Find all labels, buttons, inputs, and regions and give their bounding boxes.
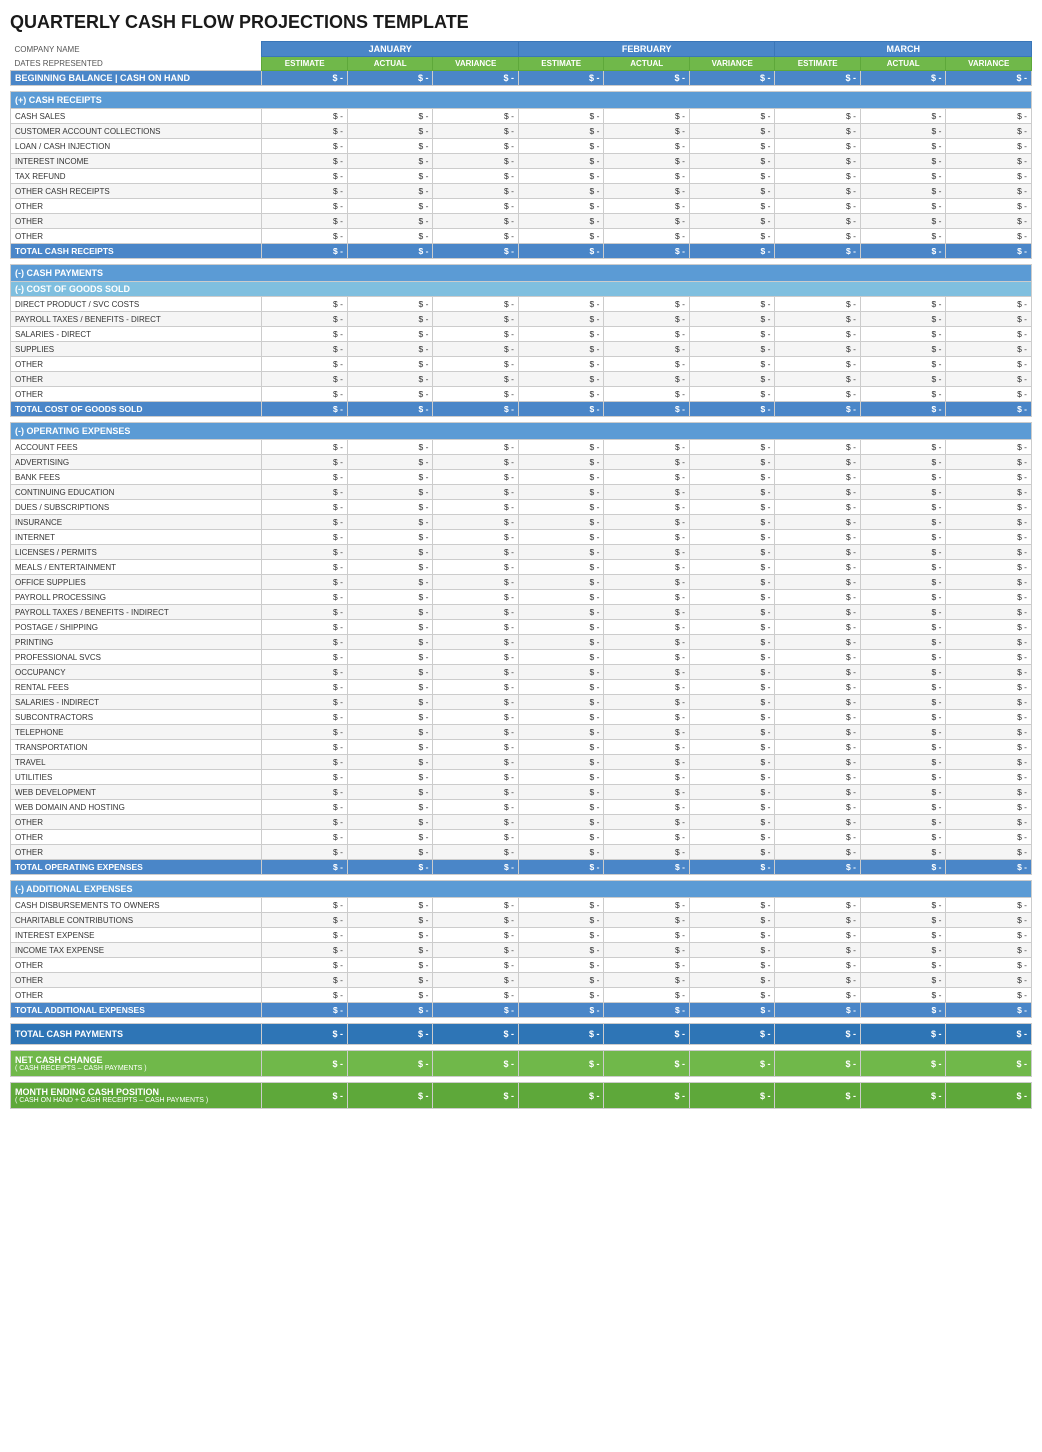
- february-header: FEBRUARY: [518, 42, 775, 57]
- customer-collections-label: CUSTOMER ACCOUNT COLLECTIONS: [11, 124, 262, 139]
- operating-expenses-header: (-) OPERATING EXPENSES: [11, 423, 1032, 440]
- main-title: QUARTERLY CASH FLOW PROJECTIONS TEMPLATE: [10, 12, 1032, 33]
- list-item: SALARIES - INDIRECT$ -$ -$ -$ -$ -$ -$ -…: [11, 695, 1032, 710]
- list-item: DIRECT PRODUCT / SVC COSTS $ -$ -$ - $ -…: [11, 297, 1032, 312]
- est-mar: ESTIMATE: [775, 57, 861, 71]
- cash-payments-header: (-) CASH PAYMENTS: [11, 265, 1032, 282]
- bb-est-jan[interactable]: $ -: [262, 71, 348, 86]
- interest-expense-row: INTEREST EXPENSE$ -$ -$ -$ -$ -$ -$ -$ -…: [11, 928, 1032, 943]
- list-item: WEB DEVELOPMENT$ -$ -$ -$ -$ -$ -$ -$ -$…: [11, 785, 1032, 800]
- bb-act-jan[interactable]: $ -: [347, 71, 433, 86]
- cogs-header: (-) COST OF GOODS SOLD: [11, 282, 1032, 297]
- list-item: OTHER $ -$ -$ - $ -$ -$ - $ -$ -$ -: [11, 357, 1032, 372]
- list-item: PRINTING$ -$ -$ -$ -$ -$ -$ -$ -$ -: [11, 635, 1032, 650]
- list-item: OTHER$ -$ -$ -$ -$ -$ -$ -$ -$ -: [11, 815, 1032, 830]
- month-ending-sub: ( CASH ON HAND + CASH RECEIPTS – CASH PA…: [15, 1097, 257, 1104]
- list-item: CUSTOMER ACCOUNT COLLECTIONS $ -$ -$ - $…: [11, 124, 1032, 139]
- var-mar: VARIANCE: [946, 57, 1032, 71]
- list-item: UTILITIES$ -$ -$ -$ -$ -$ -$ -$ -$ -: [11, 770, 1032, 785]
- cash-sales-label: CASH SALES: [11, 109, 262, 124]
- list-item: OCCUPANCY$ -$ -$ -$ -$ -$ -$ -$ -$ -: [11, 665, 1032, 680]
- list-item: TAX REFUND $ -$ -$ - $ -$ -$ - $ -$ -$ -: [11, 169, 1032, 184]
- list-item: INCOME TAX EXPENSE$ -$ -$ -$ -$ -$ -$ -$…: [11, 943, 1032, 958]
- est-jan: ESTIMATE: [262, 57, 348, 71]
- total-additional-row: TOTAL ADDITIONAL EXPENSES $ -$ -$ - $ -$…: [11, 1003, 1032, 1018]
- list-item: SUPPLIES $ -$ -$ - $ -$ -$ - $ -$ -$ -: [11, 342, 1032, 357]
- january-header: JANUARY: [262, 42, 519, 57]
- act-jan: ACTUAL: [347, 57, 433, 71]
- bb-act-mar[interactable]: $ -: [860, 71, 946, 86]
- net-cash-change-sub: ( CASH RECEIPTS – CASH PAYMENTS ): [15, 1065, 257, 1072]
- list-item: TRANSPORTATION$ -$ -$ -$ -$ -$ -$ -$ -$ …: [11, 740, 1032, 755]
- act-mar: ACTUAL: [860, 57, 946, 71]
- list-item: OTHER $ -$ -$ - $ -$ -$ - $ -$ -$ -: [11, 199, 1032, 214]
- list-item: CONTINUING EDUCATION$ -$ -$ -$ -$ -$ -$ …: [11, 485, 1032, 500]
- net-cash-change-label: NET CASH CHANGE: [15, 1055, 257, 1065]
- list-item: PAYROLL TAXES / BENEFITS - DIRECT $ -$ -…: [11, 312, 1032, 327]
- list-item: SUBCONTRACTORS$ -$ -$ -$ -$ -$ -$ -$ -$ …: [11, 710, 1032, 725]
- var-feb: VARIANCE: [689, 57, 775, 71]
- list-item: PROFESSIONAL SVCS$ -$ -$ -$ -$ -$ -$ -$ …: [11, 650, 1032, 665]
- additional-expenses-header: (-) ADDITIONAL EXPENSES: [11, 881, 1032, 898]
- bb-act-feb[interactable]: $ -: [604, 71, 690, 86]
- list-item: CASH DISBURSEMENTS TO OWNERS$ -$ -$ -$ -…: [11, 898, 1032, 913]
- act-feb: ACTUAL: [604, 57, 690, 71]
- bb-var-jan[interactable]: $ -: [433, 71, 519, 86]
- list-item: OTHER $ -$ -$ - $ -$ -$ - $ -$ -$ -: [11, 214, 1032, 229]
- sub-header-row: DATES REPRESENTED ESTIMATE ACTUAL VARIAN…: [11, 57, 1032, 71]
- est-feb: ESTIMATE: [518, 57, 604, 71]
- total-cogs-row: TOTAL COST OF GOODS SOLD $ -$ -$ - $ -$ …: [11, 402, 1032, 417]
- list-item: OTHER$ -$ -$ -$ -$ -$ -$ -$ -$ -: [11, 845, 1032, 860]
- list-item: OTHER$ -$ -$ -$ -$ -$ -$ -$ -$ -: [11, 973, 1032, 988]
- beginning-balance-row: BEGINNING BALANCE | CASH ON HAND $ - $ -…: [11, 71, 1032, 86]
- list-item: ACCOUNT FEES$ -$ -$ -$ -$ -$ -$ -$ -$ -: [11, 440, 1032, 455]
- list-item: PAYROLL PROCESSING$ -$ -$ -$ -$ -$ -$ -$…: [11, 590, 1032, 605]
- list-item: POSTAGE / SHIPPING$ -$ -$ -$ -$ -$ -$ -$…: [11, 620, 1032, 635]
- bb-var-mar[interactable]: $ -: [946, 71, 1032, 86]
- list-item: WEB DOMAIN AND HOSTING$ -$ -$ -$ -$ -$ -…: [11, 800, 1032, 815]
- list-item: ADVERTISING$ -$ -$ -$ -$ -$ -$ -$ -$ -: [11, 455, 1032, 470]
- total-cash-payments-row: TOTAL CASH PAYMENTS $ -$ -$ - $ -$ -$ - …: [11, 1024, 1032, 1045]
- list-item: BANK FEES$ -$ -$ -$ -$ -$ -$ -$ -$ -: [11, 470, 1032, 485]
- total-operating-row: TOTAL OPERATING EXPENSES $ -$ -$ - $ -$ …: [11, 860, 1032, 875]
- march-header: MARCH: [775, 42, 1032, 57]
- list-item: LOAN / CASH INJECTION $ -$ -$ - $ -$ -$ …: [11, 139, 1032, 154]
- list-item: RENTAL FEES$ -$ -$ -$ -$ -$ -$ -$ -$ -: [11, 680, 1032, 695]
- list-item: OTHER CASH RECEIPTS $ -$ -$ - $ -$ -$ - …: [11, 184, 1032, 199]
- cash-receipts-header: (+) CASH RECEIPTS: [11, 92, 1032, 109]
- list-item: INTEREST INCOME $ -$ -$ - $ -$ -$ - $ -$…: [11, 154, 1032, 169]
- var-jan: VARIANCE: [433, 57, 519, 71]
- list-item: INTERNET$ -$ -$ -$ -$ -$ -$ -$ -$ -: [11, 530, 1032, 545]
- cash-flow-table: COMPANY NAME JANUARY FEBRUARY MARCH DATE…: [10, 41, 1032, 1109]
- company-row: COMPANY NAME JANUARY FEBRUARY MARCH: [11, 42, 1032, 57]
- list-item: INSURANCE$ -$ -$ -$ -$ -$ -$ -$ -$ -: [11, 515, 1032, 530]
- list-item: MEALS / ENTERTAINMENT$ -$ -$ -$ -$ -$ -$…: [11, 560, 1032, 575]
- list-item: OTHER $ -$ -$ - $ -$ -$ - $ -$ -$ -: [11, 372, 1032, 387]
- dates-label: DATES REPRESENTED: [11, 57, 262, 71]
- company-name-label: COMPANY NAME: [11, 42, 262, 57]
- list-item: PAYROLL TAXES / BENEFITS - INDIRECT$ -$ …: [11, 605, 1032, 620]
- beginning-balance-label: BEGINNING BALANCE | CASH ON HAND: [11, 71, 262, 86]
- list-item: OFFICE SUPPLIES$ -$ -$ -$ -$ -$ -$ -$ -$…: [11, 575, 1032, 590]
- list-item: CASH SALES $ -$ -$ - $ -$ -$ - $ -$ -$ -: [11, 109, 1032, 124]
- total-cash-receipts-row: TOTAL CASH RECEIPTS $ -$ -$ - $ -$ -$ - …: [11, 244, 1032, 259]
- bb-est-mar[interactable]: $ -: [775, 71, 861, 86]
- list-item: TELEPHONE$ -$ -$ -$ -$ -$ -$ -$ -$ -: [11, 725, 1032, 740]
- list-item: OTHER$ -$ -$ -$ -$ -$ -$ -$ -$ -: [11, 958, 1032, 973]
- list-item: DUES / SUBSCRIPTIONS$ -$ -$ -$ -$ -$ -$ …: [11, 500, 1032, 515]
- list-item: TRAVEL$ -$ -$ -$ -$ -$ -$ -$ -$ -: [11, 755, 1032, 770]
- bb-var-feb[interactable]: $ -: [689, 71, 775, 86]
- list-item: OTHER$ -$ -$ -$ -$ -$ -$ -$ -$ -: [11, 988, 1032, 1003]
- list-item: OTHER $ -$ -$ - $ -$ -$ - $ -$ -$ -: [11, 229, 1032, 244]
- net-cash-change-row: NET CASH CHANGE ( CASH RECEIPTS – CASH P…: [11, 1051, 1032, 1077]
- list-item: SALARIES - DIRECT $ -$ -$ - $ -$ -$ - $ …: [11, 327, 1032, 342]
- month-ending-row: MONTH ENDING CASH POSITION ( CASH ON HAN…: [11, 1083, 1032, 1109]
- list-item: OTHER $ -$ -$ - $ -$ -$ - $ -$ -$ -: [11, 387, 1032, 402]
- bb-est-feb[interactable]: $ -: [518, 71, 604, 86]
- list-item: LICENSES / PERMITS$ -$ -$ -$ -$ -$ -$ -$…: [11, 545, 1032, 560]
- list-item: CHARITABLE CONTRIBUTIONS$ -$ -$ -$ -$ -$…: [11, 913, 1032, 928]
- page: QUARTERLY CASH FLOW PROJECTIONS TEMPLATE…: [0, 0, 1042, 1121]
- list-item: OTHER$ -$ -$ -$ -$ -$ -$ -$ -$ -: [11, 830, 1032, 845]
- month-ending-label: MONTH ENDING CASH POSITION: [15, 1087, 257, 1097]
